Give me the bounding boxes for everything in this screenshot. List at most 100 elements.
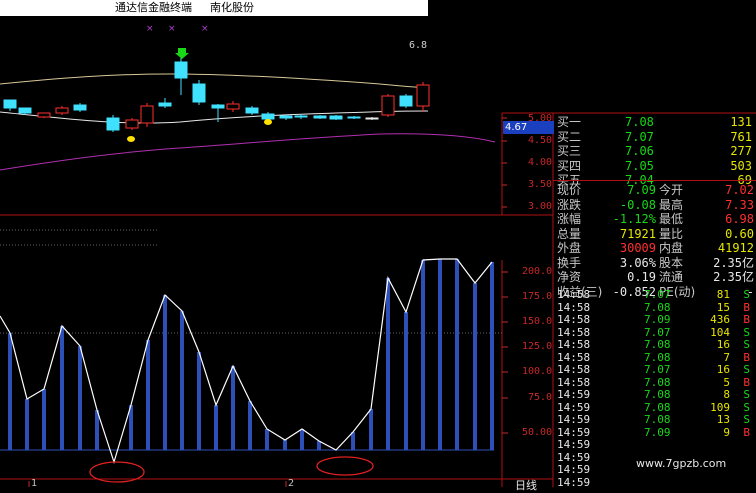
candle-body <box>125 119 139 129</box>
candlesticks <box>3 58 430 132</box>
axis-label: 6.8 <box>409 40 428 51</box>
tick-volume: 16 <box>716 338 730 351</box>
indicator-bar <box>60 326 64 450</box>
order-book-volume: 277 <box>730 144 752 158</box>
tick-side: B <box>743 350 750 364</box>
tick-row: 14:58 7.07 16 S <box>553 364 756 376</box>
candle-body <box>416 84 430 107</box>
tick-row: 14:58 7.08 5 B <box>553 376 756 389</box>
indicator-bar <box>8 333 12 450</box>
stat-value: 2.35亿 <box>713 255 754 270</box>
tick-price: 7.08 <box>644 300 671 314</box>
order-book-volume: 131 <box>730 115 752 129</box>
stat-label: 总量 <box>557 226 582 241</box>
candle-body <box>329 115 343 120</box>
title-bar: 通达信金融终端 南化股份 <box>0 0 428 16</box>
candle-body <box>261 113 275 120</box>
candle-body <box>399 95 413 107</box>
order-book-price: 7.08 <box>625 115 654 129</box>
indicator-bar <box>351 432 355 450</box>
indicator-bar <box>421 260 425 450</box>
tick-volume: 15 <box>716 300 730 314</box>
tick-price: 7.07 <box>644 288 671 301</box>
quote-stat-row: 总量 71921 量比 0.60 <box>553 227 756 241</box>
order-book-price: 7.06 <box>625 144 654 158</box>
stat-label: 今开 <box>659 183 684 197</box>
axis-label: 50.00 <box>522 427 553 438</box>
stat-value: 0.19 <box>627 270 656 284</box>
tick-row: 14:59 7.08 109 S <box>553 400 756 414</box>
stat-value: 7.02 <box>725 183 754 197</box>
tick-price: 7.09 <box>644 313 671 326</box>
tick-price: 7.08 <box>644 388 671 401</box>
tick-time: 14:58 <box>557 338 591 351</box>
quote-stat-row: 涨跌 -0.08 最高 7.33 <box>553 198 756 212</box>
indicator-bar <box>180 311 184 450</box>
indicator-bar <box>265 429 269 450</box>
tick-row: 14:59 7.08 13 S <box>553 414 756 426</box>
indicator-bar <box>78 346 82 450</box>
stat-value: 7.33 <box>725 197 754 212</box>
tick-price: 7.07 <box>644 363 671 376</box>
tick-side: S <box>743 325 750 339</box>
tick-row: 14:58 7.07 81 S <box>553 289 756 301</box>
candle-body <box>211 104 225 109</box>
tick-side: B <box>743 313 750 326</box>
stat-label: 换手 <box>557 255 582 270</box>
stat-value: 41912 <box>717 241 754 255</box>
tick-side: B <box>743 300 750 314</box>
axis-label: 4.50 <box>528 135 553 146</box>
candle-body <box>106 117 120 131</box>
tick-volume: 81 <box>716 288 730 301</box>
tick-time: 14:59 <box>557 463 591 476</box>
indicator-bar <box>25 399 29 450</box>
green-arrow-icon <box>175 48 189 59</box>
order-book-price: 7.07 <box>625 129 654 144</box>
indicator-bar <box>369 409 373 450</box>
tick-price: 7.08 <box>644 338 671 351</box>
current-price-tag: 4.67 <box>503 121 554 134</box>
tick-time: 14:59 <box>557 400 591 414</box>
stat-label: 净资 <box>557 270 582 284</box>
quote-stat-row: 换手 3.06% 股本 2.35亿 <box>553 256 756 270</box>
candle-body <box>313 115 327 119</box>
candle-body <box>18 107 32 114</box>
order-book-row[interactable]: 买三 7.06 277 <box>553 144 756 158</box>
order-book-label: 买二 <box>557 129 582 144</box>
axis-label: 175.0 <box>522 291 553 302</box>
tick-volume: 16 <box>716 363 730 376</box>
tick-row: 14:59 7.08 8 S <box>553 389 756 401</box>
tick-time: 14:59 <box>557 438 591 451</box>
axis-label: 150.0 <box>522 316 553 327</box>
tick-volume: 9 <box>723 425 730 439</box>
tick-price: 7.08 <box>644 400 671 414</box>
order-book-volume: 503 <box>730 158 752 173</box>
stat-label: 外盘 <box>557 241 582 255</box>
period-tab[interactable]: 日线 <box>515 477 537 493</box>
order-book-label: 买一 <box>557 115 582 129</box>
tick-time: 14:59 <box>557 413 591 426</box>
indicator-bar <box>231 366 235 450</box>
indicator-bar <box>300 429 304 450</box>
indicator-bar <box>404 312 408 450</box>
marker-x: × <box>146 24 154 34</box>
tick-time: 14:58 <box>557 288 591 301</box>
stat-value: 30009 <box>619 241 656 255</box>
tick-time: 14:59 <box>557 425 591 439</box>
quote-stat-row: 净资 0.19 流通 2.35亿 <box>553 270 756 284</box>
tick-row: 14:58 7.08 7 B <box>553 350 756 364</box>
order-book-row[interactable]: 买二 7.07 761 <box>553 130 756 144</box>
stat-value: 6.98 <box>725 212 754 226</box>
stat-label: 涨跌 <box>557 197 582 212</box>
stat-value: -1.12% <box>612 212 656 226</box>
axis-label: 100.0 <box>522 366 553 377</box>
tick-price: 7.07 <box>644 325 671 339</box>
order-book-row[interactable]: 买四 7.05 503 <box>553 159 756 173</box>
candle-body <box>226 103 240 110</box>
tick-time: 14:58 <box>557 313 591 326</box>
tick-time: 14:58 <box>557 350 591 364</box>
candle-body <box>158 102 172 107</box>
tick-side: S <box>743 288 750 301</box>
tick-row: 14:59 <box>553 439 756 451</box>
order-book-row[interactable]: 买一 7.08 131 <box>553 115 756 129</box>
